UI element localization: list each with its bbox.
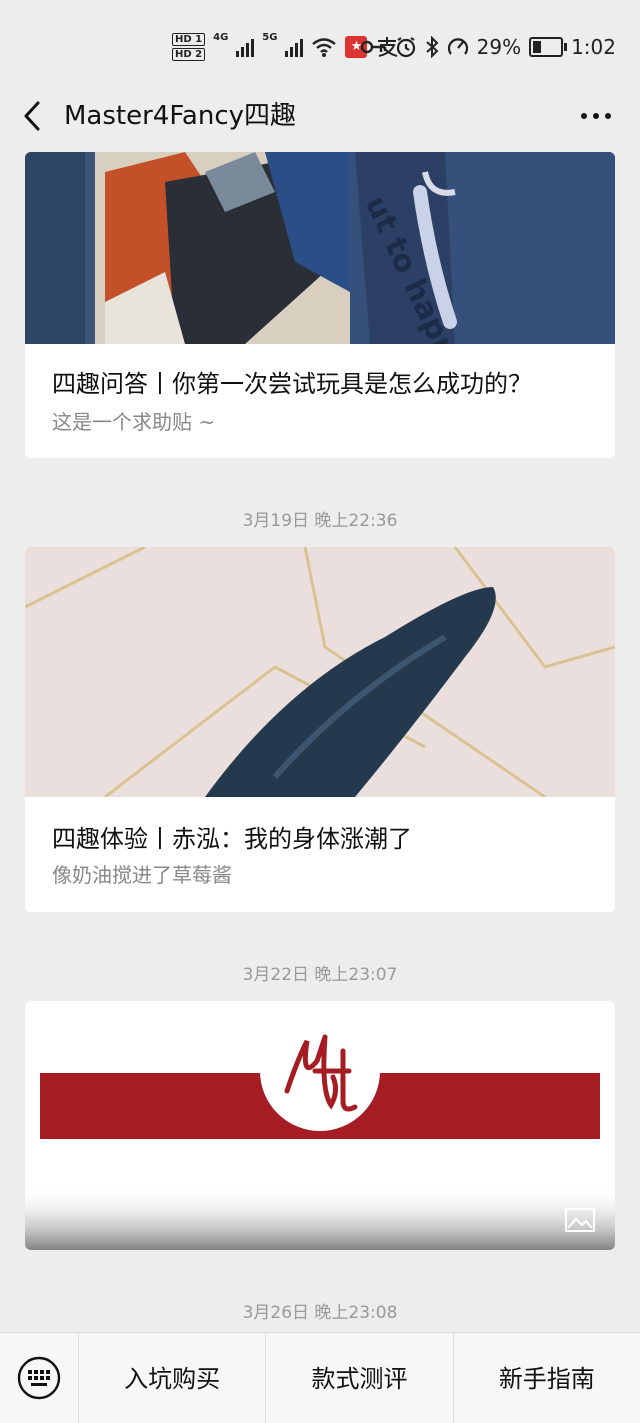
- nav-bar: Master4Fancy四趣: [0, 90, 640, 152]
- speed-icon: [447, 38, 468, 55]
- hd1-label: HD 1: [172, 33, 206, 46]
- article-title: 四趣体验丨赤泓：我的身体涨潮了: [52, 825, 412, 853]
- signal-icon: [285, 37, 304, 57]
- message-timestamp: 3月22日 晚上23:07: [242, 965, 398, 985]
- menu-item-label: 入坑购买: [124, 1364, 221, 1393]
- bluetooth-icon: [425, 36, 439, 58]
- article-summary: 像奶油搅进了草莓酱: [52, 863, 232, 887]
- keyboard-toggle-button[interactable]: [0, 1333, 78, 1423]
- key-icon: [360, 40, 386, 54]
- status-bar: HD 1 HD 2 4G 5G ★ 29% 1:02: [0, 0, 640, 90]
- article-summary: 这是一个求助贴 ~: [52, 410, 216, 434]
- article-card-2[interactable]: 四趣体验丨赤泓：我的身体涨潮了 像奶油搅进了草莓酱: [25, 547, 615, 912]
- status-time: 1:02: [571, 35, 616, 59]
- battery-icon: [529, 37, 568, 57]
- message-timestamp: 3月26日 晚上23:08: [242, 1303, 398, 1323]
- hd2-label: HD 2: [172, 48, 206, 61]
- status-right-icons: 29% 1:02: [360, 30, 616, 64]
- article-cover-image: ut to happe: [25, 152, 615, 344]
- message-timestamp: 3月19日 晚上22:36: [242, 511, 398, 531]
- keyboard-icon: [17, 1356, 61, 1400]
- battery-percent: 29%: [476, 35, 522, 59]
- post-banner-image: [25, 1001, 615, 1250]
- bottom-menu-bar: 入坑购买 款式测评 新手指南: [0, 1332, 640, 1423]
- image-post-card[interactable]: [25, 1001, 615, 1250]
- network-4g-label: 4G: [213, 32, 229, 43]
- article-cover-image: [25, 547, 615, 797]
- account-title: Master4Fancy四趣: [64, 101, 296, 131]
- wifi-icon: [312, 38, 337, 57]
- alarm-icon: [396, 37, 415, 58]
- menu-item-label: 款式测评: [311, 1364, 408, 1393]
- menu-item-label: 新手指南: [498, 1364, 595, 1393]
- signal-icon: [236, 37, 255, 57]
- article-title: 四趣问答丨你第一次尝试玩具是怎么成功的？: [52, 370, 532, 398]
- back-icon[interactable]: [18, 96, 58, 136]
- menu-item-reviews[interactable]: 款式测评: [265, 1333, 452, 1423]
- hd-icon: HD 1 HD 2: [172, 33, 206, 61]
- menu-item-buy[interactable]: 入坑购买: [78, 1333, 265, 1423]
- network-5g-label: 5G: [262, 32, 278, 43]
- more-icon[interactable]: [574, 96, 618, 136]
- image-icon: [565, 1208, 595, 1232]
- menu-item-guide[interactable]: 新手指南: [452, 1333, 640, 1423]
- article-card-1[interactable]: ut to happe 四趣问答丨你第一次尝试玩具是怎么成功的？ 这是一个求助贴…: [25, 152, 615, 458]
